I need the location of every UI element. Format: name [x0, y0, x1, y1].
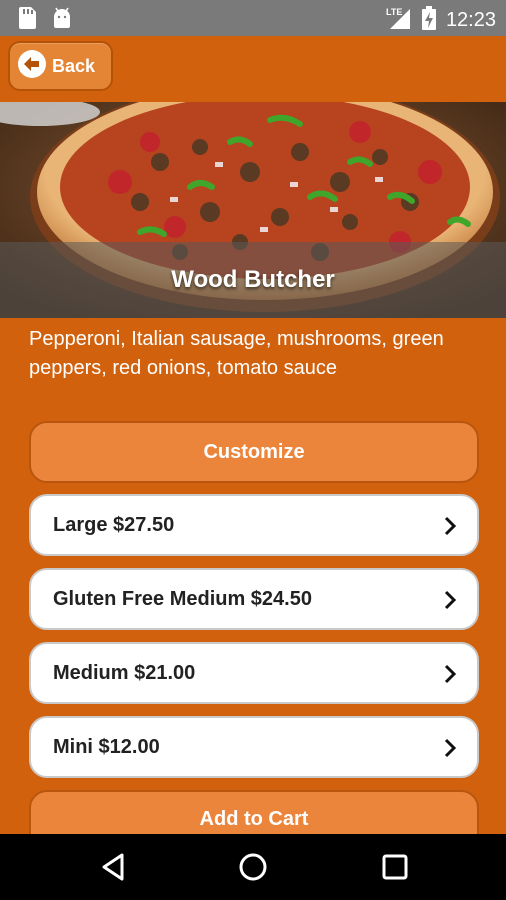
product-description: Pepperoni, Italian sausage, mushrooms, g… [29, 328, 444, 379]
header-bar: Back [0, 36, 506, 102]
android-icon [52, 7, 72, 34]
size-options-list: Large $27.50 Gluten Free Medium $24.50 M… [29, 494, 479, 790]
chevron-right-icon [443, 738, 457, 764]
battery-icon [421, 6, 436, 35]
home-circle-icon[interactable] [238, 852, 268, 887]
chevron-right-icon [443, 590, 457, 616]
product-image: Wood Butcher [0, 102, 506, 318]
size-option-gluten-free-medium[interactable]: Gluten Free Medium $24.50 [29, 568, 479, 630]
customize-button[interactable]: Customize [29, 421, 479, 483]
sd-card-icon [18, 7, 36, 34]
size-option-label: Mini $12.00 [53, 735, 160, 758]
clock: 12:23 [445, 9, 496, 31]
chevron-right-icon [443, 664, 457, 690]
size-option-large[interactable]: Large $27.50 [29, 494, 479, 556]
size-option-medium[interactable]: Medium $21.00 [29, 642, 479, 704]
title-band: Wood Butcher [0, 242, 506, 318]
network-label: LTE [386, 7, 402, 17]
size-option-label: Large $27.50 [53, 513, 175, 536]
back-triangle-icon[interactable] [100, 852, 126, 887]
size-option-label: Medium $21.00 [53, 661, 196, 684]
status-bar: LTE 12:23 [0, 0, 506, 36]
size-option-label: Gluten Free Medium $24.50 [53, 587, 312, 610]
back-arrow-icon [18, 49, 46, 83]
signal-icon: LTE [386, 6, 412, 35]
back-button-label: Back [52, 55, 96, 76]
add-to-cart-label: Add to Cart [199, 808, 309, 830]
system-nav-bar [0, 834, 506, 900]
customize-button-label: Customize [203, 440, 305, 463]
recents-square-icon[interactable] [381, 852, 409, 887]
chevron-right-icon [443, 516, 457, 542]
back-button[interactable]: Back [8, 41, 113, 91]
size-option-mini[interactable]: Mini $12.00 [29, 716, 479, 778]
product-title: Wood Butcher [171, 266, 335, 293]
